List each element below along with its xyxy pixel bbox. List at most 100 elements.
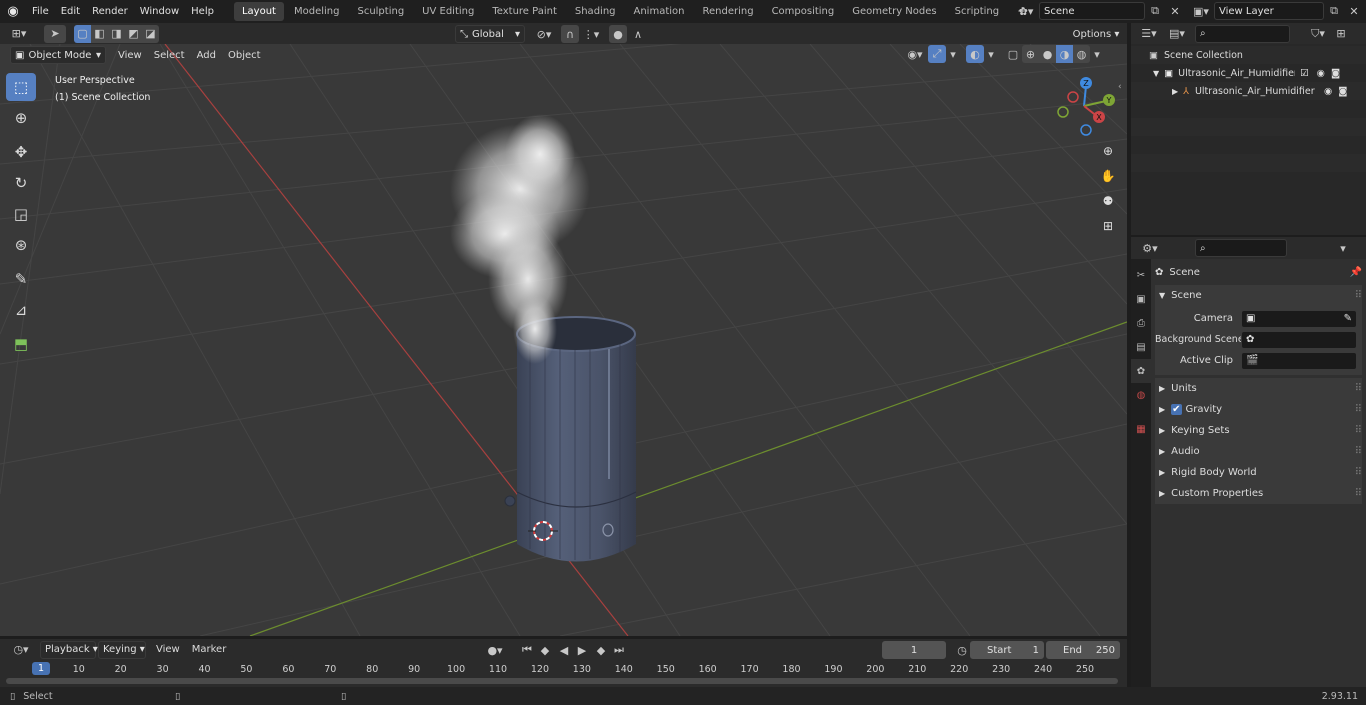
expand-arrow-icon[interactable]: ▼ — [1153, 69, 1159, 78]
start-frame-field[interactable]: Start 1 — [970, 641, 1044, 659]
tab-texture-paint[interactable]: Texture Paint — [484, 2, 565, 21]
menu-window[interactable]: Window — [134, 0, 185, 23]
tab-animation[interactable]: Animation — [626, 2, 693, 21]
tab-layout[interactable]: Layout — [233, 2, 284, 21]
keying-menu[interactable]: Keying ▾ — [98, 640, 146, 659]
menu-help[interactable]: Help — [185, 0, 220, 23]
scene-name-field[interactable]: Scene — [1039, 2, 1145, 20]
eye-icon[interactable]: ◉ — [1317, 68, 1325, 79]
properties-search-input[interactable]: ⌕ — [1195, 239, 1287, 257]
camera-icon[interactable]: ◙ — [1331, 68, 1340, 79]
camera-field[interactable]: ▣ ✎ — [1241, 309, 1357, 328]
xray-icon[interactable]: ▢ — [1004, 45, 1022, 63]
proportional-edit-icon[interactable]: ● — [609, 25, 627, 43]
view-layer-icon[interactable]: ▣▾ — [1188, 2, 1214, 20]
drag-handle-icon[interactable]: ⠿ — [1355, 383, 1362, 394]
background-scene-field[interactable]: ✿ — [1241, 330, 1357, 349]
tab-scripting[interactable]: Scripting — [947, 2, 1007, 21]
render-tab-icon[interactable]: ▣ — [1131, 287, 1151, 311]
annotate-icon[interactable]: ✎ — [6, 265, 36, 293]
current-frame-field[interactable]: 1 — [882, 641, 946, 659]
menu-file[interactable]: File — [26, 0, 55, 23]
3d-viewport[interactable]: User Perspective (1) Scene Collection Z … — [0, 44, 1127, 636]
custom-properties-section[interactable]: ▶ Custom Properties ⠿ — [1155, 483, 1362, 504]
new-collection-icon[interactable]: ⊞ — [1332, 25, 1350, 43]
prev-keyframe-icon[interactable]: ◆ — [535, 641, 555, 659]
outliner-editor-icon[interactable]: ☰▾ — [1135, 25, 1163, 43]
timeline-view-menu[interactable]: View — [150, 644, 186, 655]
zoom-icon[interactable]: ⊕ — [1097, 140, 1119, 162]
texture-tab-icon[interactable]: ▦ — [1131, 417, 1151, 441]
outliner-search-input[interactable]: ⌕ — [1195, 24, 1290, 43]
object-mode-dropdown[interactable]: ▣ Object Mode ▾ — [10, 46, 106, 64]
jump-start-icon[interactable]: ⏮ — [519, 641, 535, 659]
pin-icon[interactable]: 📌 — [1350, 267, 1362, 278]
select-intersect-icon[interactable]: ◪ — [142, 24, 159, 43]
next-keyframe-icon[interactable]: ◆ — [591, 641, 611, 659]
overlay-toggle-icon[interactable]: ◐ — [966, 45, 984, 63]
menu-edit[interactable]: Edit — [55, 0, 86, 23]
pivot-point-icon[interactable]: ⊘▾ — [529, 25, 559, 43]
select-box-icon[interactable]: ⬚ — [6, 73, 36, 101]
camera-view-icon[interactable]: ⚉ — [1097, 190, 1119, 212]
menu-add[interactable]: Add — [191, 50, 222, 61]
perspective-grid-icon[interactable]: ⊞ — [1097, 215, 1119, 237]
snap-target-icon[interactable]: ⋮▾ — [579, 25, 603, 43]
move-icon[interactable]: ✥ — [6, 138, 36, 166]
audio-section[interactable]: ▶ Audio ⠿ — [1155, 441, 1362, 462]
rotate-icon[interactable]: ↻ — [6, 169, 36, 197]
tab-geometry-nodes[interactable]: Geometry Nodes — [844, 2, 944, 21]
drag-handle-icon[interactable]: ⠿ — [1355, 404, 1362, 415]
properties-options-icon[interactable]: ▾ — [1333, 239, 1353, 257]
drag-handle-icon[interactable]: ⠿ — [1355, 425, 1362, 436]
drag-handle-icon[interactable]: ⠿ — [1355, 446, 1362, 457]
display-mode-icon[interactable]: ▤▾ — [1163, 25, 1191, 43]
tab-uv-editing[interactable]: UV Editing — [414, 2, 482, 21]
shading-material-icon[interactable]: ◑ — [1056, 45, 1073, 63]
options-dropdown[interactable]: Options ▾ — [1070, 25, 1122, 43]
marker-menu[interactable]: Marker — [186, 644, 233, 655]
checkbox-icon[interactable]: ☑ — [1300, 68, 1309, 79]
outliner-item-collection[interactable]: ▼ ▣ Ultrasonic_Air_Humidifier_with ☑ ◉ ◙ — [1131, 64, 1366, 82]
new-scene-icon[interactable]: ⧉ — [1145, 2, 1165, 20]
playback-menu[interactable]: Playback ▾ — [40, 640, 98, 659]
rigid-body-world-section[interactable]: ▶ Rigid Body World ⠿ — [1155, 462, 1362, 483]
drag-handle-icon[interactable]: ⠿ — [1355, 290, 1362, 301]
expand-arrow-icon[interactable]: ▶ — [1172, 87, 1178, 96]
view-layer-tab-icon[interactable]: ▤ — [1131, 335, 1151, 359]
select-mode-icon[interactable]: ➤ — [44, 24, 66, 43]
visibility-icon[interactable]: ◉▾ — [902, 45, 928, 63]
tab-compositing[interactable]: Compositing — [764, 2, 843, 21]
measure-icon[interactable]: ⊿ — [6, 296, 36, 324]
navigation-gizmo[interactable]: Z Y X — [1052, 72, 1118, 142]
shading-solid-icon[interactable]: ● — [1039, 45, 1056, 63]
play-icon[interactable]: ▶ — [573, 641, 591, 659]
delete-scene-icon[interactable]: ✕ — [1165, 2, 1185, 20]
timeline-ruler[interactable]: 1102030405060708090100110120130140150160… — [0, 660, 1127, 687]
scale-icon[interactable]: ◲ — [6, 200, 36, 228]
scene-panel-header[interactable]: ▼ Scene ⠿ — [1155, 285, 1362, 306]
select-extend-icon[interactable]: ◧ — [91, 24, 108, 43]
properties-editor-icon[interactable]: ⚙▾ — [1135, 239, 1165, 257]
jump-end-icon[interactable]: ⏭ — [611, 641, 627, 659]
cursor-icon[interactable]: ⊕ — [6, 104, 36, 132]
eye-icon[interactable]: ◉ — [1324, 86, 1332, 97]
drag-handle-icon[interactable]: ⠿ — [1355, 467, 1362, 478]
menu-object[interactable]: Object — [222, 50, 267, 61]
eyedropper-icon[interactable]: ✎ — [1344, 313, 1352, 324]
filter-icon[interactable]: ⛉▾ — [1304, 25, 1332, 43]
camera-icon[interactable]: ◙ — [1338, 86, 1347, 97]
blender-logo-icon[interactable]: ◉ — [0, 4, 26, 19]
keying-sets-section[interactable]: ▶ Keying Sets ⠿ — [1155, 420, 1362, 441]
outliner-item-object[interactable]: ▶ ⅄ Ultrasonic_Air_Humidifier ◉ ◙ — [1131, 82, 1366, 100]
tab-sculpting[interactable]: Sculpting — [349, 2, 412, 21]
transform-icon[interactable]: ⊛ — [6, 231, 36, 259]
shading-rendered-icon[interactable]: ◍ — [1073, 45, 1090, 63]
shading-dropdown-icon[interactable]: ▾ — [1090, 45, 1104, 63]
scene-icon[interactable]: ✿▾ — [1013, 2, 1039, 20]
new-view-layer-icon[interactable]: ⧉ — [1324, 2, 1344, 20]
add-cube-icon[interactable]: ⬒ — [6, 330, 36, 358]
select-new-icon[interactable]: ▢ — [74, 24, 91, 43]
output-tab-icon[interactable]: ⎙ — [1131, 311, 1151, 335]
delete-view-layer-icon[interactable]: ✕ — [1344, 2, 1364, 20]
